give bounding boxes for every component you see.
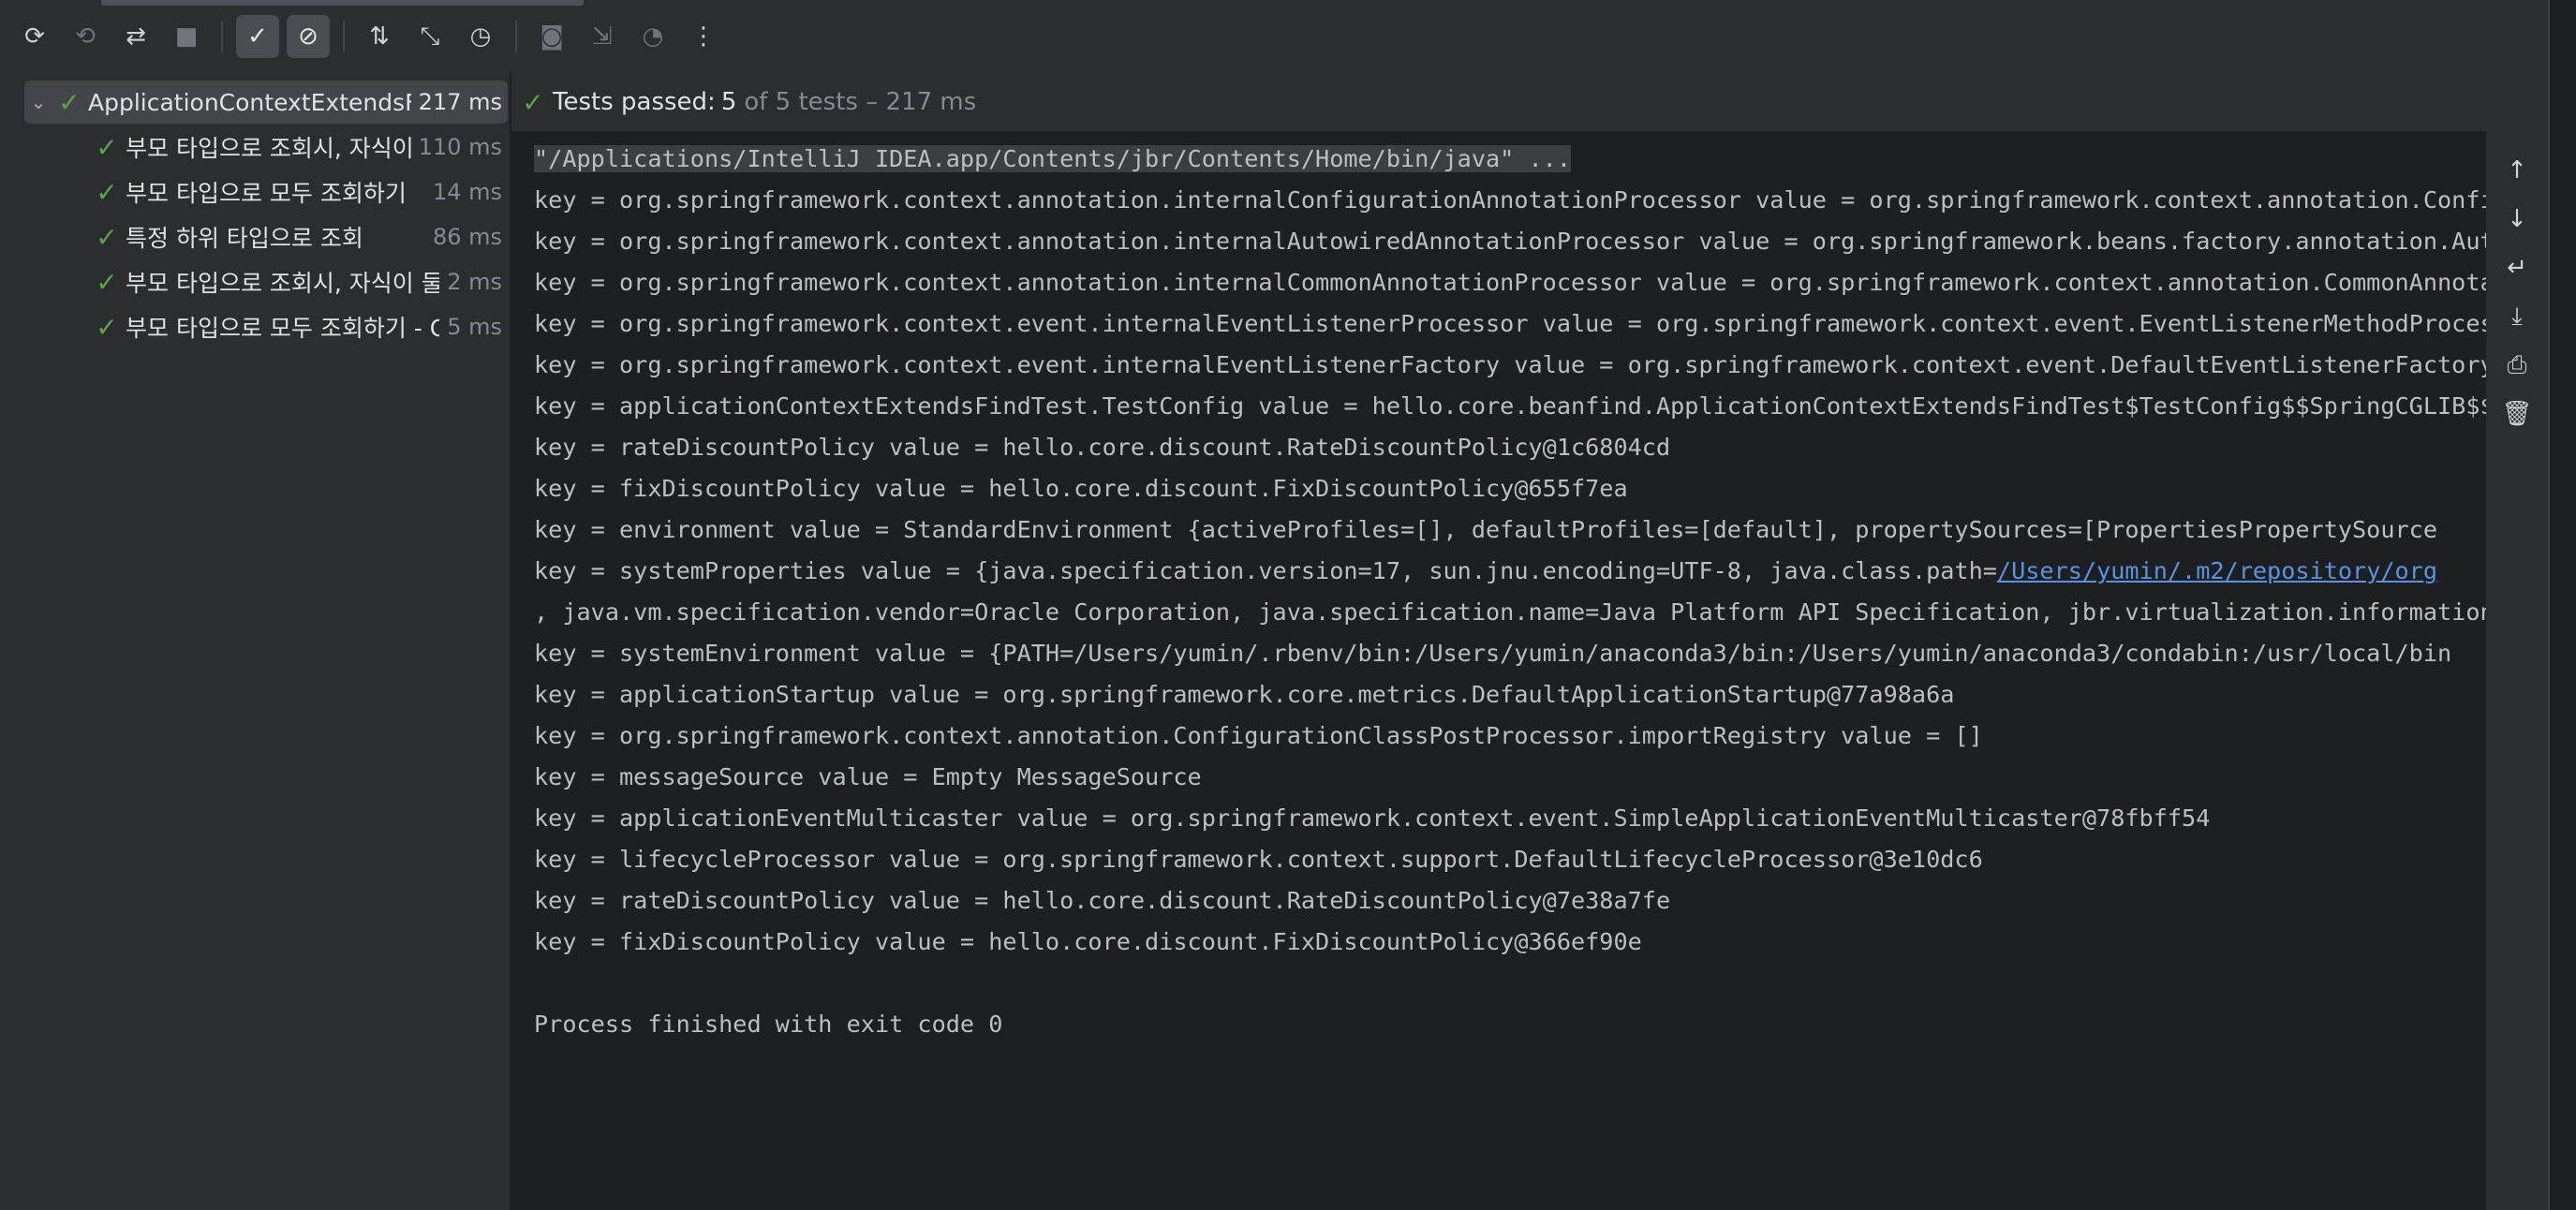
toolbar-separator <box>515 21 517 52</box>
show-passed-icon[interactable]: ✓ <box>236 15 279 58</box>
test-tree-item[interactable]: ✓ 부모 타입으로 모두 조회하기 - Object 5 ms <box>24 305 508 348</box>
sort-alphabetically-icon[interactable]: ⇅ <box>358 15 401 58</box>
test-duration: 86 ms <box>432 224 502 250</box>
console-line: key = applicationStartup value = org.spr… <box>534 681 1955 708</box>
console-side-toolbar: ↑ ↓ ↵ ⤓ ⎙ 🗑 <box>2486 131 2548 1210</box>
console-line: key = org.springframework.context.event.… <box>534 310 2486 337</box>
test-tree-root[interactable]: ⌄ ✓ ApplicationContextExtendsFindTest 21… <box>24 81 508 124</box>
console-line: key = org.springframework.context.annota… <box>534 269 2486 296</box>
test-duration: 2 ms <box>447 269 502 295</box>
test-tree: ⌄ ✓ ApplicationContextExtendsFindTest 21… <box>0 73 511 1210</box>
passed-check-icon: ✓ <box>522 86 544 118</box>
console-line: key = org.springframework.context.annota… <box>534 186 2486 214</box>
scroll-up-icon[interactable]: ↑ <box>2496 150 2538 191</box>
console-line: key = rateDiscountPolicy value = hello.c… <box>534 434 1671 461</box>
tool-window-tab-strip <box>101 0 584 6</box>
console-line: key = lifecycleProcessor value = org.spr… <box>534 846 1983 873</box>
test-tree-item[interactable]: ✓ 부모 타입으로 조회시, 자식이 둘 이상 있으면, 빈 이름을 지정하면 … <box>24 260 508 303</box>
status-passed-count: 5 <box>720 88 737 116</box>
toolbar-separator <box>221 21 223 52</box>
test-name: ApplicationContextExtendsFindTest <box>88 88 411 116</box>
toolbar-separator <box>343 21 345 52</box>
console-line: key = fixDiscountPolicy value = hello.co… <box>534 928 1642 955</box>
status-label: Tests passed: <box>553 88 716 116</box>
test-tree-item[interactable]: ✓ 부모 타입으로 모두 조회하기 14 ms <box>24 170 508 214</box>
soft-wrap-icon[interactable]: ↵ <box>2496 247 2538 288</box>
test-tree-item[interactable]: ✓ 부모 타입으로 조회시, 자식이 둘 이상 있으면, 중복 오류가 발생한다… <box>24 125 508 169</box>
console-line: key = messageSource value = Empty Messag… <box>534 763 1202 790</box>
process-exit-line: Process finished with exit code 0 <box>534 1011 1003 1038</box>
test-runner-toolbar: ⟳ ⟲ ⇄ ■ ✓ ⊘ ⇅ ⤡ ◷ ◙ ⇲ ◔ ⋮ <box>0 0 2548 73</box>
toggle-auto-test-icon[interactable]: ⇄ <box>114 15 157 58</box>
scroll-to-end-icon[interactable]: ⤓ <box>2496 296 2538 337</box>
screenshot-icon[interactable]: ◙ <box>530 15 573 58</box>
console-line: key = org.springframework.context.event.… <box>534 351 2486 378</box>
test-duration: 110 ms <box>418 134 502 160</box>
passed-check-icon: ✓ <box>96 131 118 163</box>
rerun-failed-icon[interactable]: ⟲ <box>64 15 107 58</box>
passed-check-icon: ✓ <box>96 221 118 253</box>
test-duration: 5 ms <box>447 314 502 340</box>
console-output[interactable]: "/Applications/IntelliJ IDEA.app/Content… <box>511 131 2486 1210</box>
console-text: "/Applications/IntelliJ IDEA.app/Content… <box>511 131 2486 1045</box>
test-name: 특정 하위 타입으로 조회 <box>126 225 363 252</box>
test-tree-item[interactable]: ✓ 특정 하위 타입으로 조회 86 ms <box>24 215 508 258</box>
more-options-icon[interactable]: ⋮ <box>682 15 725 58</box>
console-line: key = systemEnvironment value = {PATH=/U… <box>534 640 2452 667</box>
passed-check-icon: ✓ <box>96 311 118 343</box>
clear-all-icon[interactable]: 🗑 <box>2496 393 2538 435</box>
coverage-icon[interactable]: ◔ <box>631 15 674 58</box>
console-line: , java.vm.specification.vendor=Oracle Co… <box>534 598 2486 626</box>
print-icon[interactable]: ⎙ <box>2496 345 2538 386</box>
stop-icon[interactable]: ■ <box>165 15 208 58</box>
collapse-all-icon[interactable]: ⤡ <box>408 15 452 58</box>
window-edge <box>2548 0 2576 1210</box>
test-name: 부모 타입으로 조회시, 자식이 둘 이상 있으면, 빈 이름을 지정하면 된다 <box>126 270 440 297</box>
scroll-down-icon[interactable]: ↓ <box>2496 199 2538 240</box>
test-name: 부모 타입으로 모두 조회하기 <box>126 180 407 207</box>
test-duration: 217 ms <box>418 89 502 115</box>
import-tests-icon[interactable]: ⇲ <box>581 15 624 58</box>
chevron-down-icon[interactable]: ⌄ <box>26 91 51 113</box>
test-name: 부모 타입으로 조회시, 자식이 둘 이상 있으면, 중복 오류가 발생한다 <box>126 135 411 162</box>
test-status-bar: ✓ Tests passed: 5 of 5 tests – 217 ms <box>513 73 2548 131</box>
passed-check-icon: ✓ <box>96 266 118 298</box>
console-command-line[interactable]: "/Applications/IntelliJ IDEA.app/Content… <box>534 145 1571 172</box>
rerun-icon[interactable]: ⟳ <box>13 15 56 58</box>
console-line: key = org.springframework.context.annota… <box>534 228 2486 255</box>
passed-check-icon: ✓ <box>96 176 118 208</box>
console-line: key = environment value = StandardEnviro… <box>534 516 2437 543</box>
console-line: key = fixDiscountPolicy value = hello.co… <box>534 475 1628 502</box>
console-line: key = systemProperties value = {java.spe… <box>534 557 1997 584</box>
status-summary: of 5 tests – 217 ms <box>744 88 977 116</box>
test-history-icon[interactable]: ◷ <box>459 15 502 58</box>
console-line: key = applicationEventMulticaster value … <box>534 804 2211 832</box>
console-line: key = rateDiscountPolicy value = hello.c… <box>534 887 1671 914</box>
test-duration: 14 ms <box>432 179 502 205</box>
console-line: key = applicationContextExtendsFindTest.… <box>534 392 2486 420</box>
console-line: key = org.springframework.context.annota… <box>534 722 1983 749</box>
test-name: 부모 타입으로 모두 조회하기 - Object <box>126 315 440 342</box>
passed-check-icon: ✓ <box>58 86 81 118</box>
classpath-link[interactable]: /Users/yumin/.m2/repository/org <box>1997 557 2437 584</box>
show-ignored-icon[interactable]: ⊘ <box>287 15 330 58</box>
